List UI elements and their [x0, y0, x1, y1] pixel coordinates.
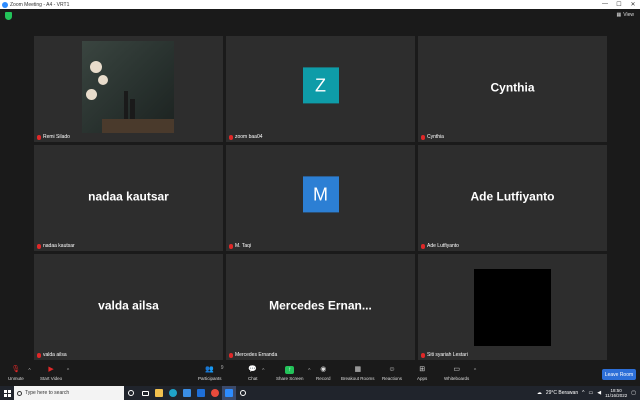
apps-button[interactable]: ⊞ Apps: [417, 366, 427, 381]
share-screen-button[interactable]: ↑ Share Screen ^: [276, 366, 311, 381]
microphone-muted-icon: 🎙: [11, 366, 21, 373]
participant-tile[interactable]: M M. Taqi: [226, 145, 415, 251]
zoom-taskbar-icon[interactable]: [222, 386, 236, 400]
participant-tile[interactable]: Cynthia Cynthia: [418, 36, 607, 142]
search-icon: [17, 390, 22, 396]
store-icon[interactable]: [180, 386, 194, 400]
participant-tile[interactable]: Z zoom baa04: [226, 36, 415, 142]
settings-icon[interactable]: [236, 386, 250, 400]
window-titlebar: Zoom Meeting - A4 - VRT1 — ☐ ✕: [0, 0, 640, 9]
video-off-icon: ▶: [48, 366, 54, 373]
notification-icon[interactable]: ▢: [631, 390, 636, 396]
participant-display-name: valda ailsa: [98, 298, 159, 313]
chrome-icon[interactable]: [208, 386, 222, 400]
minimize-button[interactable]: —: [598, 1, 612, 8]
mic-muted-icon: [229, 352, 233, 358]
weather-icon: ☁: [536, 390, 542, 396]
mic-muted-icon: [421, 352, 425, 358]
meeting-topbar: ▦ View: [0, 9, 640, 24]
participant-display-name: nadaa kautsar: [88, 189, 169, 204]
gallery-grid: Remi Silado Z zoom baa04 Cynthia Cynthia…: [34, 36, 607, 360]
mic-muted-icon: [421, 134, 425, 140]
window-title: Zoom Meeting - A4 - VRT1: [10, 1, 70, 8]
meeting-toolbar: 🎙 Unmute ^ ▶ Start Video ^ 👥 Participant…: [0, 364, 640, 386]
mic-muted-icon: [421, 243, 425, 249]
participant-photo: [82, 41, 174, 133]
reactions-button[interactable]: ☺ Reactions: [382, 366, 402, 381]
unmute-button[interactable]: 🎙 Unmute ^: [8, 366, 31, 381]
taskbar-search-input[interactable]: Type here to search: [14, 386, 124, 400]
mic-muted-icon: [37, 243, 41, 249]
mail-icon[interactable]: [194, 386, 208, 400]
participant-name-label: nadaa kautsar: [37, 243, 75, 249]
reactions-icon: ☺: [388, 366, 396, 373]
chevron-up-icon[interactable]: ^: [474, 368, 476, 374]
participant-avatar: M: [302, 176, 339, 213]
view-label: View: [623, 12, 634, 18]
chat-icon: 💬: [248, 366, 258, 373]
participant-name-label: Ade Lutfiyanto: [421, 243, 459, 249]
participant-name-label: Siti syariah Lestari: [421, 352, 468, 358]
share-screen-icon: ↑: [285, 366, 295, 374]
participant-tile[interactable]: Remi Silado: [34, 36, 223, 142]
participants-count: 9: [220, 365, 224, 371]
whiteboard-icon: ▭: [453, 366, 460, 373]
participant-avatar: Z: [302, 67, 339, 104]
participant-name-label: valda ailsa: [37, 352, 67, 358]
system-tray: ☁ 29°C Berawan ^ ▭ ◀ 18:50 11/16/2022 ▢: [537, 388, 640, 398]
windows-start-icon[interactable]: [0, 386, 14, 400]
file-explorer-icon[interactable]: [152, 386, 166, 400]
chevron-up-icon[interactable]: ^: [262, 368, 264, 374]
participant-name-label: Mercedes Ernanda: [229, 352, 277, 358]
participant-tile[interactable]: Ade Lutfiyanto Ade Lutfiyanto: [418, 145, 607, 251]
apps-icon: ⊞: [419, 366, 426, 373]
participant-display-name: Cynthia: [490, 80, 535, 95]
participant-name-label: Cynthia: [421, 134, 444, 140]
participant-name-label: zoom baa04: [229, 134, 263, 140]
start-video-button[interactable]: ▶ Start Video ^: [40, 366, 69, 381]
maximize-button[interactable]: ☐: [612, 1, 626, 8]
task-view-icon[interactable]: [138, 386, 152, 400]
taskbar-clock[interactable]: 18:50 11/16/2022: [605, 388, 627, 398]
security-shield-icon[interactable]: [5, 12, 12, 20]
whiteboards-button[interactable]: ▭ Whiteboards ^: [444, 366, 476, 381]
leave-room-button[interactable]: Leave Room: [602, 369, 636, 380]
participant-video: [474, 269, 551, 346]
chevron-up-icon[interactable]: ^: [67, 368, 69, 374]
mic-muted-icon: [229, 134, 233, 140]
window-controls: — ☐ ✕: [598, 1, 640, 8]
mic-muted-icon: [37, 134, 41, 140]
weather-text[interactable]: 29°C Berawan: [546, 390, 578, 396]
participant-tile[interactable]: Siti syariah Lestari: [418, 254, 607, 360]
close-button[interactable]: ✕: [626, 1, 640, 8]
grid-view-icon: ▦: [616, 12, 622, 18]
view-button[interactable]: ▦ View: [617, 12, 634, 18]
breakout-rooms-button[interactable]: ▦ Breakout Rooms: [341, 366, 375, 381]
participant-display-name: Mercedes Ernan...: [269, 298, 372, 313]
participant-display-name: Ade Lutfiyanto: [470, 189, 555, 204]
breakout-rooms-icon: ▦: [354, 366, 362, 373]
participant-tile[interactable]: nadaa kautsar nadaa kautsar: [34, 145, 223, 251]
participant-name-label: M. Taqi: [229, 243, 251, 249]
participant-name-label: Remi Silado: [37, 134, 70, 140]
chevron-up-icon[interactable]: ^: [582, 390, 584, 396]
participant-tile[interactable]: valda ailsa valda ailsa: [34, 254, 223, 360]
mic-muted-icon: [37, 352, 41, 358]
zoom-app-icon: [2, 1, 8, 8]
cortana-icon[interactable]: [124, 386, 138, 400]
record-icon: ◉: [320, 366, 327, 373]
edge-icon[interactable]: [166, 386, 180, 400]
chat-button[interactable]: 💬 Chat ^: [248, 366, 265, 381]
participant-tile[interactable]: Mercedes Ernan... Mercedes Ernanda: [226, 254, 415, 360]
mic-muted-icon: [229, 243, 233, 249]
record-button[interactable]: ◉ Record: [316, 366, 331, 381]
network-icon[interactable]: ▭: [588, 390, 593, 396]
volume-icon[interactable]: ◀: [597, 390, 601, 396]
participants-button[interactable]: 👥 Participants 9: [198, 365, 224, 381]
os-taskbar: Type here to search ☁ 29°C Berawan ^ ▭ ◀…: [0, 386, 640, 400]
chevron-up-icon[interactable]: ^: [28, 368, 30, 374]
chevron-up-icon[interactable]: ^: [308, 368, 310, 374]
participants-icon: 👥: [205, 366, 215, 373]
